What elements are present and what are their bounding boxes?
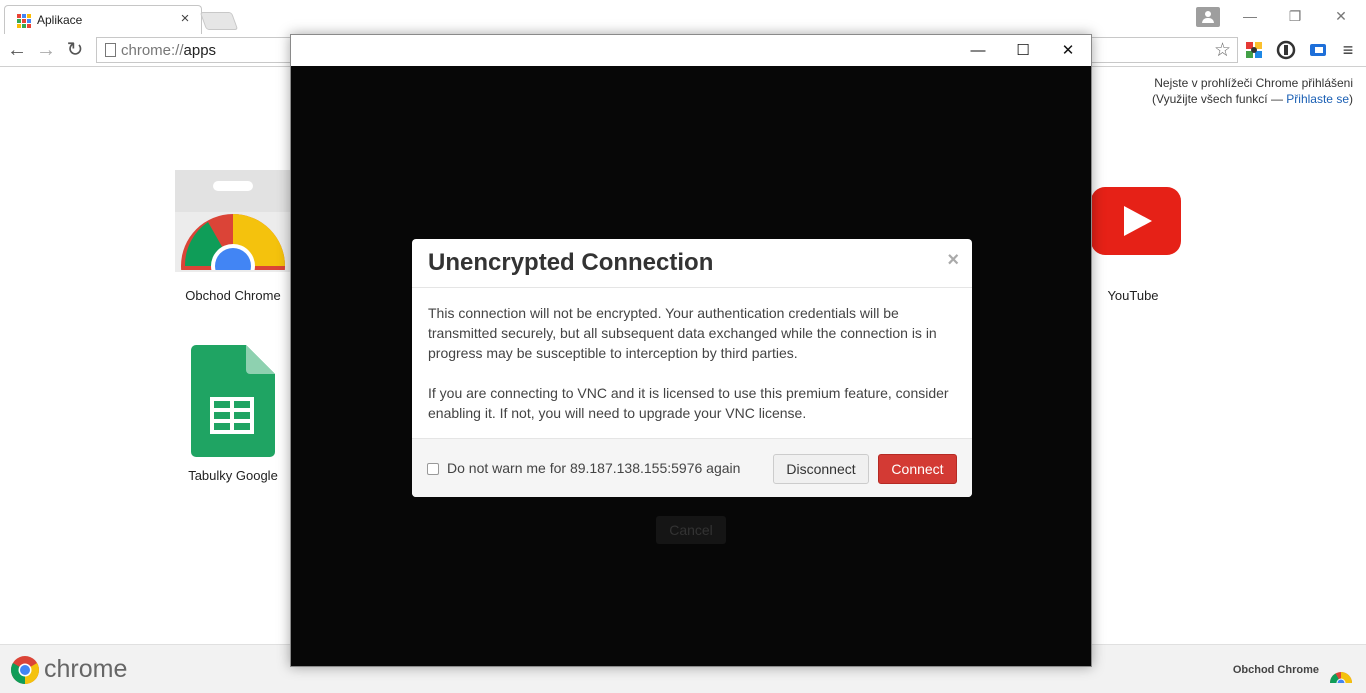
tab-close-icon[interactable]: ×: [177, 11, 193, 27]
signin-line2: (Využijte všech funkcí — Přihlaste se): [1152, 92, 1353, 106]
app-google-sheets[interactable]: [190, 344, 276, 458]
connect-button[interactable]: Connect: [878, 454, 957, 484]
browser-titlebar: Aplikace × — ❐ ✕: [0, 0, 1366, 35]
chrome-brand-text: chrome: [44, 655, 128, 683]
cancel-button[interactable]: Cancel: [656, 516, 726, 544]
dialog-close-icon[interactable]: ×: [947, 249, 959, 272]
menu-icon[interactable]: ≡: [1336, 38, 1360, 62]
chrome-logo-icon: [11, 656, 39, 684]
dialog-body: This connection will not be encrypted. Y…: [428, 303, 958, 423]
tab-title: Aplikace: [37, 13, 83, 27]
signin-line1: Nejste v prohlížeči Chrome přihlášeni: [1154, 76, 1353, 90]
close-window-icon[interactable]: ✕: [1331, 8, 1351, 25]
vnc-titlebar: — ☐ ✕: [291, 35, 1091, 66]
signin-link[interactable]: Přihlaste se: [1286, 92, 1349, 106]
do-not-warn-checkbox[interactable]: [427, 463, 439, 475]
dialog-header: Unencrypted Connection ×: [412, 239, 972, 288]
bookmark-star-icon[interactable]: ☆: [1214, 39, 1231, 62]
apps-grid-icon: [17, 14, 31, 28]
vnc-canvas: Cancel Unencrypted Connection × This con…: [291, 66, 1091, 666]
dialog-paragraph-2: If you are connecting to VNC and it is l…: [428, 385, 949, 421]
address-text: chrome://apps: [121, 42, 217, 59]
tab-aplikace[interactable]: Aplikace ×: [4, 5, 202, 35]
restore-icon[interactable]: ❐: [1285, 8, 1305, 25]
web-store-link[interactable]: Obchod Chrome: [1233, 664, 1319, 676]
chrome-web-store-icon: [175, 170, 291, 318]
youtube-icon: [1091, 187, 1181, 255]
reload-icon[interactable]: ↻: [63, 38, 87, 62]
screen: Aplikace × — ❐ ✕ ← → ↻ chrome://apps ☆ ≡…: [0, 0, 1366, 693]
vnc-maximize-icon[interactable]: ☐: [1013, 41, 1033, 61]
extension-shield-icon[interactable]: [1276, 40, 1296, 60]
do-not-warn-label[interactable]: Do not warn me for 89.187.138.155:5976 a…: [447, 460, 740, 476]
minimize-icon[interactable]: —: [1240, 8, 1260, 24]
google-sheets-icon: [191, 345, 275, 457]
dialog-paragraph-1: This connection will not be encrypted. Y…: [428, 305, 937, 361]
vnc-viewer-window: — ☐ ✕ Cancel Unencrypted Connection × Th…: [290, 34, 1092, 667]
forward-icon[interactable]: →: [34, 38, 58, 62]
dialog-title: Unencrypted Connection: [428, 249, 714, 276]
signin-notice: Nejste v prohlížeči Chrome přihlášeni (V…: [1152, 75, 1353, 107]
back-icon[interactable]: ←: [5, 38, 29, 62]
extension-remote-desktop-icon[interactable]: [1308, 40, 1328, 60]
disconnect-button[interactable]: Disconnect: [773, 454, 869, 484]
vnc-minimize-icon[interactable]: —: [968, 41, 988, 61]
app-youtube[interactable]: [1090, 186, 1182, 256]
new-tab-button[interactable]: [199, 12, 239, 30]
dialog-footer: Do not warn me for 89.187.138.155:5976 a…: [412, 438, 972, 497]
app-chrome-web-store[interactable]: [175, 170, 291, 318]
profile-avatar-icon[interactable]: [1196, 7, 1220, 27]
app-label-chrome-web-store: Obchod Chrome: [185, 288, 281, 303]
extension-colorful-icon[interactable]: [1244, 40, 1264, 60]
vnc-close-icon[interactable]: ✕: [1058, 41, 1078, 61]
page-icon: [105, 43, 116, 57]
web-store-small-icon[interactable]: [1329, 667, 1353, 683]
unencrypted-connection-dialog: Unencrypted Connection × This connection…: [412, 239, 972, 497]
app-label-google-sheets: Tabulky Google: [188, 468, 278, 483]
